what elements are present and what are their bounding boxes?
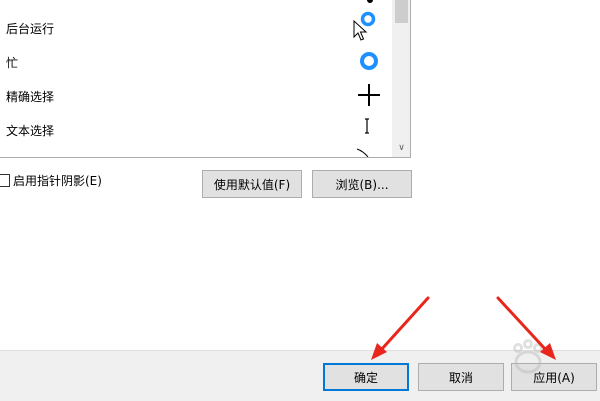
pointer-shadow-label: 启用指针阴影(E) [13,174,102,188]
cursor-scheme-list[interactable]: 后台运行 忙 精确选择 文本选择 ∨ [0,0,411,158]
text-select-cursor-icon [351,113,387,147]
cursor-row-background[interactable]: 后台运行 [0,11,393,45]
scroll-thumb[interactable] [395,0,408,23]
cursor-row-label: 忙 [6,56,19,70]
dialog-footer [0,350,600,401]
cursor-row-label: 后台运行 [6,22,55,36]
list-scrollbar[interactable]: ∨ [392,0,410,157]
use-default-button[interactable]: 使用默认值(F) [202,170,302,198]
cursor-row-precision[interactable]: 精确选择 [0,79,393,113]
browse-button[interactable]: 浏览(B)... [312,170,412,198]
cancel-button[interactable]: 取消 [418,363,504,391]
cursor-row-busy[interactable]: 忙 [0,45,393,79]
cursor-row-label: 精确选择 [6,90,55,104]
busy-cursor-icon [351,45,387,79]
precision-select-cursor-icon [351,79,387,113]
handwriting-cursor-icon [351,145,387,157]
cursor-row-partial-top[interactable] [0,0,393,7]
cursor-row-label: 文本选择 [6,124,55,138]
ok-button[interactable]: 确定 [323,363,409,391]
cursor-row-partial-bottom[interactable] [0,145,393,157]
working-in-background-cursor-icon [351,11,387,45]
apply-button[interactable]: 应用(A) [511,363,597,391]
pointer-shadow-checkbox[interactable] [0,174,10,187]
cursor-row-text[interactable]: 文本选择 [0,113,393,147]
scroll-down-arrow-icon[interactable]: ∨ [393,140,410,157]
partial-cursor-icon [351,0,387,7]
